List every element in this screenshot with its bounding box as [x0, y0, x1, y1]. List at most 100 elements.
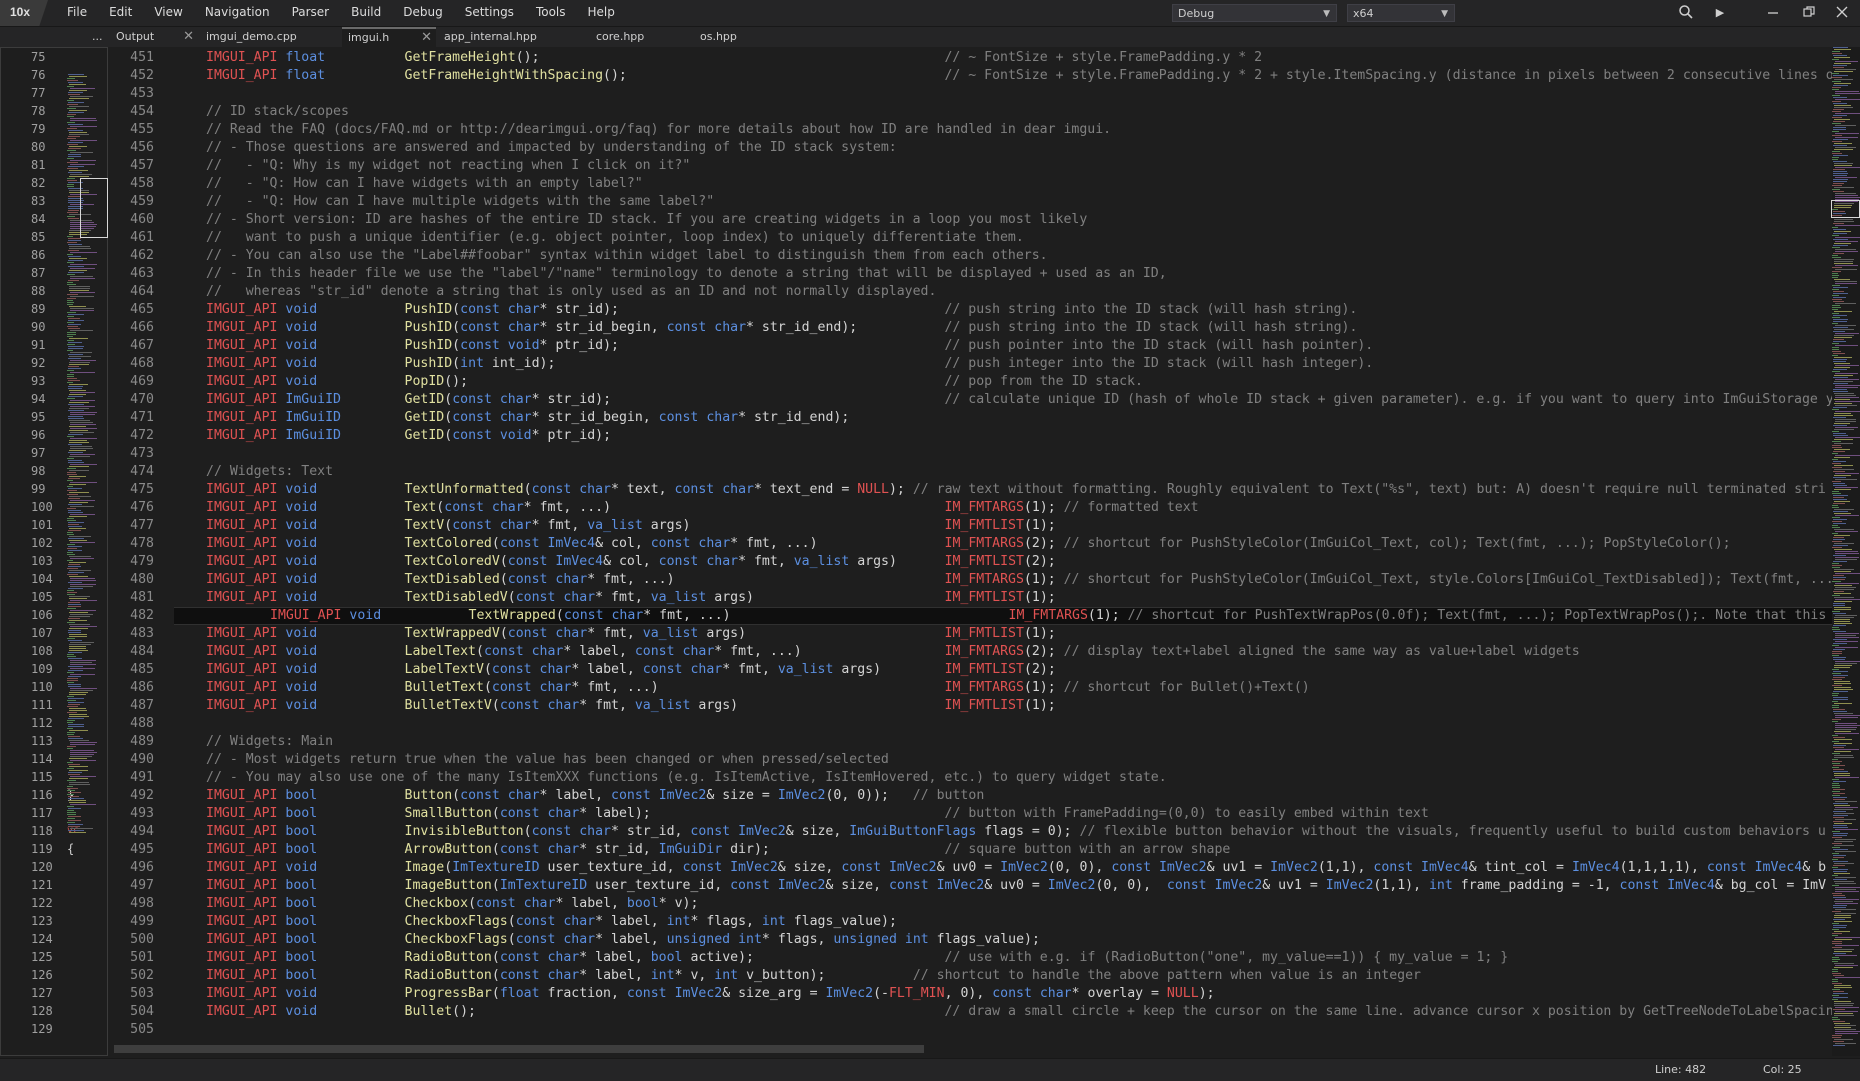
- code-line[interactable]: 487 IMGUI_API void BulletTextV(const char…: [110, 697, 1832, 715]
- build-config-select[interactable]: Debug ▼: [1172, 4, 1337, 22]
- code-line[interactable]: 471 IMGUI_API ImGuiID GetID(const char* s…: [110, 409, 1832, 427]
- search-icon[interactable]: [1677, 4, 1695, 22]
- code-line[interactable]: 464// whereas "str_id" denote a string t…: [110, 283, 1832, 301]
- code-line[interactable]: 505: [110, 1021, 1832, 1039]
- code-line[interactable]: 465 IMGUI_API void PushID(const char* str…: [110, 301, 1832, 319]
- code-line[interactable]: 459// - "Q: How can I have multiple widg…: [110, 193, 1832, 211]
- code-line[interactable]: 485 IMGUI_API void LabelTextV(const char*…: [110, 661, 1832, 679]
- tab-imgui-demo-cpp[interactable]: imgui_demo.cpp: [200, 27, 340, 47]
- code-line[interactable]: 478 IMGUI_API void TextColored(const ImVe…: [110, 535, 1832, 553]
- close-icon[interactable]: ✕: [183, 27, 194, 47]
- code-line[interactable]: 456// - Those questions are answered and…: [110, 139, 1832, 157]
- menu-settings[interactable]: Settings: [454, 0, 525, 26]
- code-line[interactable]: 479 IMGUI_API void TextColoredV(const ImV…: [110, 553, 1832, 571]
- code-line[interactable]: 493 IMGUI_API bool SmallButton(const char…: [110, 805, 1832, 823]
- api-macro: IMGUI_API: [206, 374, 278, 389]
- menu-edit[interactable]: Edit: [98, 0, 143, 26]
- code-line[interactable]: 503 IMGUI_API void ProgressBar(float frac…: [110, 985, 1832, 1003]
- code-editor[interactable]: 451 IMGUI_API float GetFrameHeight(); // …: [110, 47, 1832, 1056]
- minimize-icon[interactable]: [1764, 4, 1782, 22]
- code-line[interactable]: 488: [110, 715, 1832, 733]
- outline-panel[interactable]: 75 76 77 78 79 80 81 82 83 84 85 86 87 88 89 90 91 92 93 94…: [0, 47, 108, 1056]
- close-icon[interactable]: ✕: [421, 29, 432, 46]
- menu-file[interactable]: File: [56, 0, 98, 26]
- code-line[interactable]: 455// Read the FAQ (docs/FAQ.md or http:…: [110, 121, 1832, 139]
- code-line[interactable]: 452 IMGUI_API float GetFrameHeightWithSpa…: [110, 67, 1832, 85]
- tab-imgui-h[interactable]: imgui.h ✕: [342, 27, 436, 47]
- code-line[interactable]: 497 IMGUI_API bool ImageButton(ImTextureI…: [110, 877, 1832, 895]
- code-line[interactable]: 496 IMGUI_API void Image(ImTextureID user…: [110, 859, 1832, 877]
- minimap-line: [1832, 409, 1839, 410]
- code-line[interactable]: 451 IMGUI_API float GetFrameHeight(); // …: [110, 49, 1832, 67]
- minimap-viewport[interactable]: [1831, 200, 1860, 218]
- menu-navigation[interactable]: Navigation: [194, 0, 281, 26]
- code-line[interactable]: 491// - You may also use one of the many…: [110, 769, 1832, 787]
- code-line[interactable]: 476 IMGUI_API void Text(const char* fmt, …: [110, 499, 1832, 517]
- code-line[interactable]: 486 IMGUI_API void BulletText(const char*…: [110, 679, 1832, 697]
- code-line[interactable]: 453: [110, 85, 1832, 103]
- tab-overflow[interactable]: ...: [86, 27, 110, 47]
- code-line[interactable]: 499 IMGUI_API bool CheckboxFlags(const ch…: [110, 913, 1832, 931]
- code-line[interactable]: 477 IMGUI_API void TextV(const char* fmt,…: [110, 517, 1832, 535]
- code-line[interactable]: 457// - "Q: Why is my widget not reactin…: [110, 157, 1832, 175]
- code-line[interactable]: 473: [110, 445, 1832, 463]
- code-line[interactable]: 489// Widgets: Main: [110, 733, 1832, 751]
- code-line[interactable]: 480 IMGUI_API void TextDisabled(const cha…: [110, 571, 1832, 589]
- code-line[interactable]: 483 IMGUI_API void TextWrappedV(const cha…: [110, 625, 1832, 643]
- code-line[interactable]: 495 IMGUI_API bool ArrowButton(const char…: [110, 841, 1832, 859]
- editor-minimap[interactable]: [1832, 47, 1860, 1056]
- outline-line-number: 122: [1, 894, 53, 912]
- code-line[interactable]: 470 IMGUI_API ImGuiID GetID(const char* s…: [110, 391, 1832, 409]
- code-line[interactable]: 504 IMGUI_API void Bullet(); // draw a sm…: [110, 1003, 1832, 1021]
- horizontal-scrollbar[interactable]: [110, 1043, 1832, 1055]
- code-line[interactable]: 502 IMGUI_API bool RadioButton(const char…: [110, 967, 1832, 985]
- code-line[interactable]: 498 IMGUI_API bool Checkbox(const char* l…: [110, 895, 1832, 913]
- menu-tools[interactable]: Tools: [525, 0, 577, 26]
- code-line[interactable]: 466 IMGUI_API void PushID(const char* str…: [110, 319, 1832, 337]
- code-line[interactable]: 475 IMGUI_API void TextUnformatted(const …: [110, 481, 1832, 499]
- code-line[interactable]: 454// ID stack/scopes: [110, 103, 1832, 121]
- minimap-line: [67, 186, 74, 187]
- type-keyword: ImVec2: [1000, 860, 1048, 875]
- code-line[interactable]: 461// want to push a unique identifier (…: [110, 229, 1832, 247]
- tab-os-hpp[interactable]: os.hpp: [694, 27, 784, 47]
- menu-parser[interactable]: Parser: [281, 0, 341, 26]
- tab-core-hpp[interactable]: core.hpp: [590, 27, 690, 47]
- code-line[interactable]: 494 IMGUI_API bool InvisibleButton(const …: [110, 823, 1832, 841]
- code-token: uv0: [952, 860, 977, 875]
- scrollbar-thumb[interactable]: [114, 1045, 924, 1053]
- code-line[interactable]: 467 IMGUI_API void PushID(const void* ptr…: [110, 337, 1832, 355]
- code-line-current[interactable]: 482 IMGUI_API void TextWrapped(const char…: [130, 607, 1832, 625]
- code-line[interactable]: 469 IMGUI_API void PopID(); // pop from t…: [110, 373, 1832, 391]
- code-line[interactable]: 458// - "Q: How can I have widgets with …: [110, 175, 1832, 193]
- menu-view[interactable]: View: [143, 0, 193, 26]
- code-line[interactable]: 472 IMGUI_API ImGuiID GetID(const void* p…: [110, 427, 1832, 445]
- code-token: int_id: [491, 356, 540, 371]
- platform-value: x64: [1353, 7, 1374, 20]
- tab-app-internal-hpp[interactable]: app_internal.hpp: [438, 27, 588, 47]
- menu-build[interactable]: Build: [340, 0, 392, 26]
- tab-output[interactable]: Output ✕: [110, 27, 198, 47]
- code-line[interactable]: 501 IMGUI_API bool RadioButton(const char…: [110, 949, 1832, 967]
- menu-debug[interactable]: Debug: [392, 0, 453, 26]
- code-line[interactable]: 462// - You can also use the "Label##foo…: [110, 247, 1832, 265]
- run-icon[interactable]: ▶: [1711, 4, 1729, 22]
- code-line[interactable]: 481 IMGUI_API void TextDisabledV(const ch…: [110, 589, 1832, 607]
- menu-help[interactable]: Help: [577, 0, 626, 26]
- minimap-viewport[interactable]: [80, 178, 108, 238]
- code-line[interactable]: 490// - Most widgets return true when th…: [110, 751, 1832, 769]
- minimap-line: [68, 538, 84, 539]
- code-line[interactable]: 474// Widgets: Text: [110, 463, 1832, 481]
- code-line[interactable]: 463// - In this header file we use the "…: [110, 265, 1832, 283]
- close-icon[interactable]: [1833, 4, 1851, 22]
- code-line[interactable]: 468 IMGUI_API void PushID(int int_id); //…: [110, 355, 1832, 373]
- code-line[interactable]: 460// - Short version: ID are hashes of …: [110, 211, 1832, 229]
- minimap-line: [1834, 119, 1850, 120]
- code-line[interactable]: 484 IMGUI_API void LabelText(const char* …: [110, 643, 1832, 661]
- code-token: str_id: [595, 842, 643, 857]
- code-line[interactable]: 500 IMGUI_API bool CheckboxFlags(const ch…: [110, 931, 1832, 949]
- restore-icon[interactable]: [1800, 4, 1818, 22]
- platform-select[interactable]: x64 ▼: [1347, 4, 1455, 22]
- code-line[interactable]: 492 IMGUI_API bool Button(const char* lab…: [110, 787, 1832, 805]
